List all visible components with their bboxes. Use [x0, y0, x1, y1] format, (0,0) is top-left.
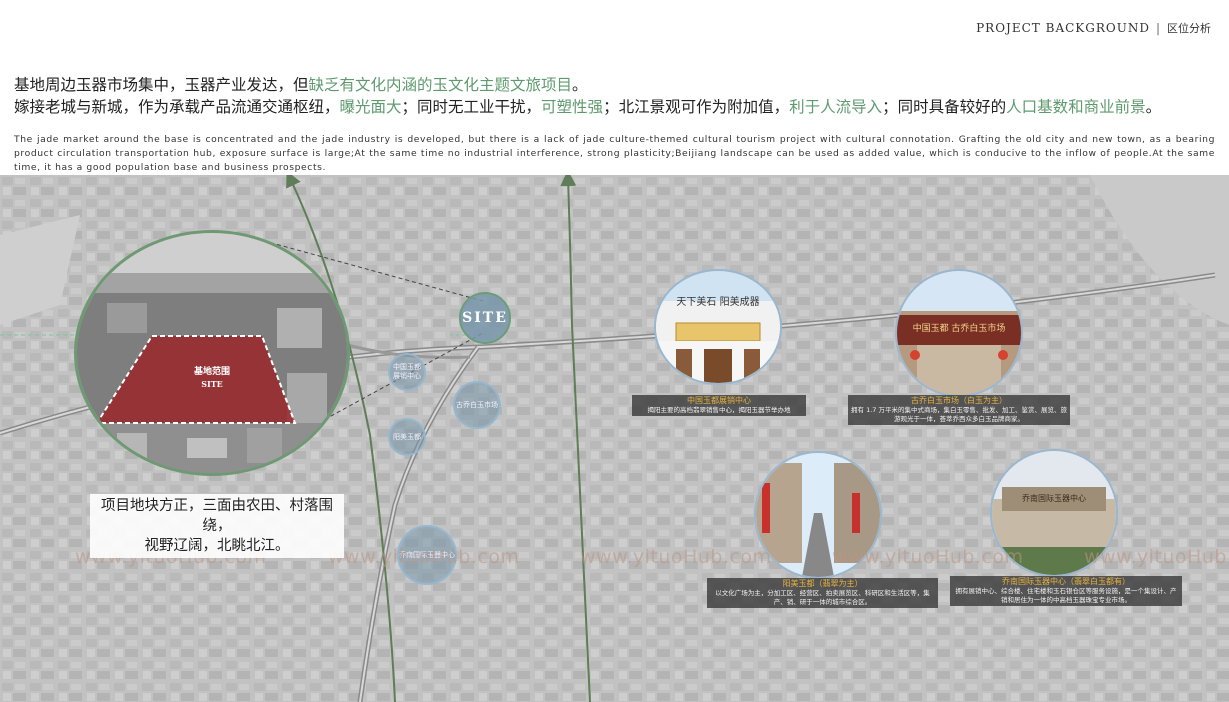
market-2-caption: 古乔白玉市场（白玉为主） 拥有 1.7 万平米的集中式商场，集白玉零售、批发、加…: [848, 395, 1070, 425]
market-3-desc: 以文化广场为主，分加工区、经营区、拍卖展览区、科研区和生活区等，集产、销、研于一…: [715, 589, 930, 606]
header-title-en: PROJECT BACKGROUND: [976, 21, 1150, 35]
site-aerial-photo: [77, 233, 347, 473]
location-map: 基地范围 SITE SITE 中国玉都展销中心 古乔白玉市场 阳美玉都 乔南国际…: [0, 175, 1229, 702]
highlight-segment: 可塑性强: [541, 98, 604, 116]
market-2-sign: 中国玉都 古乔白玉市场: [912, 324, 1006, 334]
site-aerial-circle: 基地范围 SITE: [74, 230, 350, 476]
market-3-caption: 阳美玉都（翡翠为主） 以文化广场为主，分加工区、经营区、拍卖展览区、科研区和生活…: [707, 578, 938, 608]
highlight-segment: 利于人流导入: [789, 98, 883, 116]
market-4-title: 乔南国际玉器中心（翡翠白玉都有）: [1002, 577, 1130, 586]
intro-cn-line-2: 嫁接老城与新城，作为承载产品流通交通枢纽，曝光面大；同时无工业干扰，可塑性强；北…: [14, 96, 1214, 118]
text-segment: ；北江景观可作为附加值，: [603, 98, 790, 116]
watermark-5: www.yituoHub.com: [1084, 546, 1229, 568]
site-label: 基地范围 SITE: [167, 366, 257, 390]
page-header: PROJECT BACKGROUND | 区位分析: [976, 20, 1211, 36]
watermark-4: www.yituoHub.com: [832, 546, 1024, 568]
site-caption: 项目地块方正，三面由农田、村落围绕， 视野辽阔，北眺北江。: [90, 494, 344, 558]
highlight-segment: 人口基数和商业前景: [1006, 98, 1146, 116]
market-photo-2: 中国玉都 古乔白玉市场: [895, 269, 1023, 397]
site-caption-line-1: 项目地块方正，三面由农田、村落围绕，: [101, 498, 333, 534]
market-4-caption: 乔南国际玉器中心（翡翠白玉都有） 拥有展销中心、综合楼、住宅楼和玉石银仓区等服务…: [950, 576, 1182, 606]
site-caption-line-2: 视野辽阔，北眺北江。: [144, 538, 290, 554]
highlight-segment: 缺乏有文化内涵的玉文化主题文旅项目: [308, 76, 573, 94]
market-2-desc: 拥有 1.7 万平米的集中式商场，集白玉零售、批发、加工、鉴赏、展览、旅游观光于…: [851, 406, 1067, 423]
text-segment: 嫁接老城与新城，作为承载产品流通交通枢纽，: [14, 98, 340, 116]
watermark-2: www.yituoHub.com: [328, 546, 520, 568]
node-yangmei-jade: 阳美玉都: [388, 418, 426, 456]
market-4-desc: 拥有展销中心、综合楼、住宅楼和玉石银仓区等服务设施，是一个集设计、产销和居住为一…: [955, 587, 1177, 604]
intro-english: The jade market around the base is conce…: [14, 134, 1215, 173]
node-guqiao-market: 古乔白玉市场: [453, 381, 501, 429]
text-segment: 。: [572, 76, 588, 94]
intro-chinese: 基地周边玉器市场集中，玉器产业发达，但缺乏有文化内涵的玉文化主题文旅项目。 嫁接…: [14, 74, 1214, 118]
market-photo-1: 天下美石 阳美成器: [654, 269, 782, 385]
market-1-sign: 天下美石 阳美成器: [676, 297, 760, 308]
market-photo-1-image: [656, 271, 780, 383]
highlight-segment: 曝光面大: [339, 98, 402, 116]
header-separator: |: [1155, 21, 1161, 35]
text-segment: ；同时具备较好的: [882, 98, 1007, 116]
text-segment: ；同时无工业干扰，: [401, 98, 542, 116]
site-badge: SITE: [459, 292, 511, 344]
node-china-jade-capital: 中国玉都展销中心: [388, 353, 426, 391]
site-label-cn: 基地范围: [193, 367, 230, 377]
market-1-caption: 中国玉都展销中心 揭阳主要的高档翡翠销售中心，揭阳玉器节举办地: [632, 395, 806, 416]
text-segment: 。: [1145, 98, 1162, 116]
market-3-title: 阳美玉都（翡翠为主）: [782, 579, 863, 588]
market-4-sign: 乔南国际玉器中心: [1022, 494, 1086, 503]
site-label-en: SITE: [201, 379, 223, 389]
text-segment: 基地周边玉器市场集中，玉器产业发达，但: [14, 76, 309, 94]
header-title-cn: 区位分析: [1167, 22, 1211, 35]
market-1-desc: 揭阳主要的高档翡翠销售中心，揭阳玉器节举办地: [647, 406, 791, 414]
site-badge-text: SITE: [462, 310, 508, 326]
intro-cn-line-1: 基地周边玉器市场集中，玉器产业发达，但缺乏有文化内涵的玉文化主题文旅项目。: [14, 74, 1214, 96]
market-1-title: 中国玉都展销中心: [687, 396, 751, 405]
market-2-title: 古乔白玉市场（白玉为主）: [911, 396, 1007, 405]
watermark-3: www.yituoHub.com: [580, 546, 772, 568]
